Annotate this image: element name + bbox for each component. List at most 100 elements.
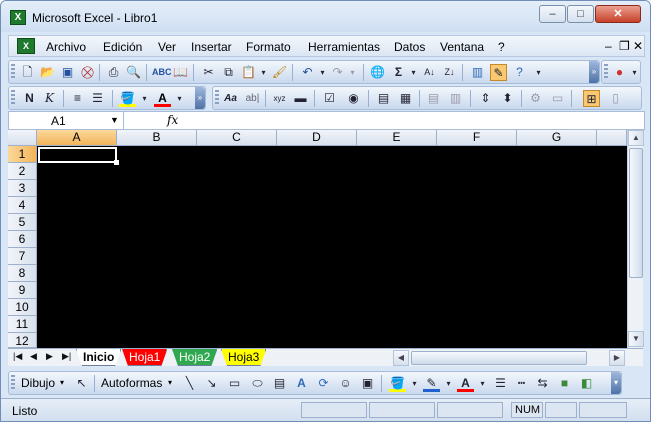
scroll-down-icon[interactable]: ▼ — [628, 331, 644, 347]
horizontal-scroll-thumb[interactable] — [411, 351, 587, 365]
menu-archivo[interactable]: Archivo — [46, 40, 86, 54]
arrow-icon[interactable]: ↘ — [203, 375, 220, 392]
research-icon[interactable]: 📖 — [172, 64, 189, 81]
cut-icon[interactable]: ✂ — [200, 64, 217, 81]
button-control-icon[interactable]: ▬ — [292, 90, 309, 107]
horizontal-scrollbar[interactable]: ◀ ▶ — [393, 350, 625, 366]
control-properties-icon[interactable]: ⚙ — [527, 90, 544, 107]
active-cell[interactable] — [38, 147, 117, 163]
close-button[interactable]: ✕ — [595, 5, 641, 23]
line-color-dropdown-icon[interactable]: ▾ — [440, 375, 457, 392]
bold-button[interactable]: N — [21, 90, 38, 107]
run-dialog-icon[interactable]: ▯ — [607, 90, 624, 107]
edit-code-icon[interactable]: ▭ — [549, 90, 566, 107]
label-control-icon[interactable]: Aa — [222, 90, 239, 107]
redo-dropdown-icon[interactable]: ▾ — [344, 64, 361, 81]
checkbox-control-icon[interactable]: ☑ — [321, 90, 338, 107]
menu-formato[interactable]: Formato — [246, 40, 291, 54]
print-preview-icon[interactable]: 🔍 — [125, 64, 142, 81]
excel-icon[interactable]: X — [10, 10, 26, 25]
row-header[interactable]: 10 — [8, 299, 37, 316]
row-header[interactable]: 1 — [8, 146, 37, 163]
3d-style-icon[interactable]: ◧ — [578, 375, 595, 392]
font-color-dropdown-icon[interactable]: ▾ — [171, 90, 188, 107]
wordart-icon[interactable]: A — [293, 375, 310, 392]
spelling-icon[interactable]: ABC — [152, 64, 172, 81]
picture-icon[interactable]: ▣ — [359, 375, 376, 392]
draw-fill-color-icon[interactable]: 🪣 — [389, 375, 406, 392]
minimize-button[interactable]: – — [539, 5, 566, 23]
column-header[interactable]: D — [277, 130, 357, 146]
toolbar-options-icon[interactable]: » — [589, 61, 599, 83]
prev-sheet-icon[interactable]: ◀ — [30, 351, 37, 362]
groupbox-control-icon[interactable]: xyz — [271, 90, 288, 107]
menu-datos[interactable]: Datos — [394, 40, 425, 54]
drawing-icon[interactable]: ✎ — [490, 64, 507, 81]
document-icon[interactable]: X — [17, 38, 35, 54]
combo-dropdown-edit-icon[interactable]: ▥ — [447, 90, 464, 107]
formatting-options-icon[interactable]: » — [195, 87, 205, 109]
column-header[interactable]: F — [437, 130, 517, 146]
scroll-right-icon[interactable]: ▶ — [609, 350, 625, 366]
draw-font-color-button[interactable]: A — [457, 375, 474, 392]
combobox-control-icon[interactable]: ▦ — [397, 90, 414, 107]
fill-color-dropdown-icon[interactable]: ▾ — [136, 90, 153, 107]
draw-font-color-dropdown-icon[interactable]: ▾ — [474, 375, 491, 392]
row-header[interactable]: 3 — [8, 180, 37, 197]
diagram-icon[interactable]: ⟳ — [315, 375, 332, 392]
spinner-control-icon[interactable]: ⬍ — [499, 90, 516, 107]
listbox-control-icon[interactable]: ▤ — [375, 90, 392, 107]
combo-list-edit-icon[interactable]: ▤ — [425, 90, 442, 107]
sheet-tab-inicio[interactable]: Inicio — [76, 349, 121, 366]
hyperlink-icon[interactable]: 🌐 — [369, 64, 386, 81]
line-icon[interactable]: ╲ — [181, 375, 198, 392]
autosum-dropdown-icon[interactable]: ▾ — [405, 64, 422, 81]
oval-icon[interactable]: ⬭ — [249, 375, 266, 392]
option-control-icon[interactable]: ◉ — [345, 90, 362, 107]
row-header[interactable]: 11 — [8, 316, 37, 333]
arrow-style-icon[interactable]: ⇆ — [534, 375, 551, 392]
column-header[interactable]: B — [117, 130, 197, 146]
help-dropdown-icon[interactable]: ▾ — [530, 64, 547, 81]
save-icon[interactable]: ▣ — [59, 64, 76, 81]
doc-restore-button[interactable]: ❐ — [619, 39, 630, 53]
italic-button[interactable]: K — [41, 90, 58, 107]
cell-area[interactable] — [37, 146, 627, 348]
rectangle-icon[interactable]: ▭ — [226, 375, 243, 392]
font-color-button[interactable]: A — [154, 90, 171, 107]
new-icon[interactable]: 🗋 — [19, 64, 36, 81]
menu-ayuda[interactable]: ? — [498, 40, 505, 54]
row-header[interactable]: 9 — [8, 282, 37, 299]
dash-style-icon[interactable]: ┅ — [513, 375, 530, 392]
draw-fill-dropdown-icon[interactable]: ▾ — [406, 375, 423, 392]
editbox-control-icon[interactable]: ab| — [244, 90, 261, 107]
vertical-scrollbar[interactable]: ▲ ▼ — [627, 130, 644, 348]
column-header-partial[interactable] — [597, 130, 627, 146]
column-header[interactable]: E — [357, 130, 437, 146]
menu-herramientas[interactable]: Herramientas — [308, 40, 380, 54]
row-header[interactable]: 4 — [8, 197, 37, 214]
autoshapes-menu-button[interactable]: Autoformas — [101, 376, 162, 390]
sheet-tab-hoja2[interactable]: Hoja2 — [172, 349, 217, 366]
sort-descending-icon[interactable]: Z↓ — [441, 64, 458, 81]
select-all-button[interactable] — [8, 130, 37, 146]
fill-handle[interactable] — [114, 160, 119, 165]
fill-color-icon[interactable]: 🪣 — [119, 90, 136, 107]
last-sheet-icon[interactable]: ▶| — [62, 351, 71, 362]
drawing-options-icon[interactable]: ▾ — [611, 372, 621, 394]
paste-dropdown-icon[interactable]: ▾ — [255, 64, 272, 81]
align-left-icon[interactable]: ≡ — [69, 90, 86, 107]
scrollbar-control-icon[interactable]: ⇕ — [477, 90, 494, 107]
doc-close-button[interactable]: ✕ — [633, 39, 643, 53]
toggle-grid-icon[interactable]: ⊞ — [583, 90, 600, 107]
record-dropdown-icon[interactable]: ▾ — [626, 64, 643, 81]
insert-function-button[interactable]: fx — [167, 113, 178, 127]
draw-dropdown-icon[interactable]: ▾ — [60, 378, 64, 387]
line-color-icon[interactable]: ✎ — [423, 375, 440, 392]
permission-icon[interactable]: ⛒ — [79, 64, 96, 81]
shadow-style-icon[interactable]: ■ — [556, 375, 573, 392]
menu-edicion[interactable]: Edición — [103, 40, 142, 54]
clipart-icon[interactable]: ☺ — [337, 375, 354, 392]
row-header[interactable]: 2 — [8, 163, 37, 180]
column-header[interactable]: C — [197, 130, 277, 146]
